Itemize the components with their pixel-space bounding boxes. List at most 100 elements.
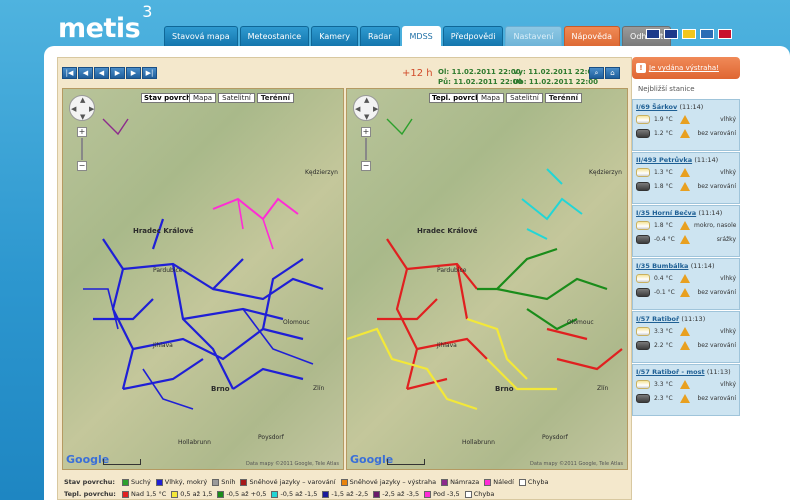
legend-swatch (424, 490, 432, 498)
station-time: (11:13) (681, 315, 706, 323)
road-surface-icon (636, 393, 650, 403)
air-temperature: 0.4 °C (654, 274, 673, 282)
zoom-out-button[interactable]: − (361, 161, 371, 171)
legend-label: Sněhové jazyky – výstraha (349, 478, 437, 486)
warning-triangle-icon (680, 128, 690, 138)
first-frame-button[interactable]: |◀ (62, 67, 77, 79)
legend-swatch (322, 490, 330, 498)
legend-tepl-heading: Tepl. povrchu: (64, 490, 116, 498)
legend-item: Chyba (518, 478, 549, 486)
map-pan-control[interactable]: ▲ ▼ ◀ ▶ (353, 95, 379, 121)
map-type-satellite[interactable]: Satelitní (506, 93, 543, 103)
legend-swatch (212, 478, 220, 486)
map-pan-control[interactable]: ▲ ▼ ◀ ▶ (69, 95, 95, 121)
air-state: vlhký (720, 274, 736, 282)
city-label: Jihlava (437, 342, 457, 349)
map-type-terrain[interactable]: Terénní (544, 93, 583, 103)
station-link[interactable]: I/35 Bumbálka (636, 262, 688, 270)
station-card[interactable]: II/493 Petrůvka (11:14) 1.3 °C vlhký 1.8 °C… (632, 152, 740, 204)
map-type-map[interactable]: Mapa (477, 93, 505, 103)
map-type-map[interactable]: Mapa (189, 93, 217, 103)
warning-triangle-icon (680, 181, 690, 191)
legend-item: Sněhové jazyky – výstraha (340, 478, 437, 486)
metis-logo[interactable]: metis3 (58, 2, 152, 44)
air-temperature: 1.8 °C (654, 221, 673, 229)
warning-button[interactable]: ! Je vydána výstraha! (632, 57, 740, 79)
legend-item: Nad 1,5 °C (122, 490, 166, 498)
warning-text: Je vydána výstraha! (649, 64, 719, 72)
tab-meteostanice[interactable]: Meteostanice (239, 26, 310, 46)
road-state: bez varování (697, 182, 737, 190)
station-link[interactable]: II/493 Petrůvka (636, 156, 692, 164)
city-label: Zlín (597, 385, 609, 392)
map-type-satellite[interactable]: Satelitní (218, 93, 255, 103)
station-card[interactable]: I/69 Šárkov (11:14) 1.9 °C vlhký 1.2 °C bez … (632, 99, 740, 151)
search-icon[interactable]: ⌕ (589, 67, 604, 79)
prev-frame-button[interactable]: ◀ (94, 67, 109, 79)
play-button[interactable]: ▶ (110, 67, 125, 79)
station-card[interactable]: I/57 Ratiboř (11:13) 3.3 °C vlhký 2.2 °C bez… (632, 311, 740, 363)
legend-item: -0,5 až -1,5 (271, 490, 317, 498)
legend-label: Nad 1,5 °C (131, 490, 167, 498)
zoom-in-button[interactable]: + (361, 127, 371, 137)
nearest-stations-title: Nejbližší stanice (638, 85, 695, 93)
legend-item: -1,5 až -2,5 (322, 490, 368, 498)
tab-mdss[interactable]: MDSS (401, 26, 441, 47)
cloud-weather-icon (636, 273, 650, 283)
map-surface-temperature[interactable]: ▲ ▼ ◀ ▶ + − Tepl. povrchu Mapa Satelitní Ter… (346, 88, 628, 470)
warning-triangle-icon (680, 326, 690, 336)
map-copyright: Data mapy ©2011 Google, Tele Atlas (530, 461, 623, 467)
uk-flag-icon-2[interactable] (664, 29, 678, 39)
mdss-viewer: |◀ ◀ ◀ ▶ ▶ ▶| +12 h Ol: 11.02.2011 22:00 Pů: … (57, 57, 632, 500)
station-air-row: 1.9 °C vlhký (636, 113, 736, 125)
air-temperature: 3.3 °C (654, 380, 673, 388)
legend-label: Sněhové jazyky – varování (249, 478, 336, 486)
city-label: Pardubice (437, 267, 467, 274)
station-link[interactable]: I/57 Ratiboř - most (636, 368, 705, 376)
map-surface-state[interactable]: ▲ ▼ ◀ ▶ + − Stav povrchu Mapa Satelitní Teré… (62, 88, 344, 470)
last-frame-button[interactable]: ▶| (142, 67, 157, 79)
legend-surface-temperature: Tepl. povrchu: Nad 1,5 °C 0,5 až 1,5 -0,5 … (58, 488, 633, 500)
road-surface-icon (636, 128, 650, 138)
warning-triangle-icon (680, 234, 690, 244)
tab-stavová-mapa[interactable]: Stavová mapa (164, 26, 238, 46)
station-air-row: 1.3 °C vlhký (636, 166, 736, 178)
air-temperature: 1.3 °C (654, 168, 673, 176)
station-air-row: 1.8 °C mokro, nasoleno (636, 219, 736, 231)
serbia-flag-icon[interactable] (718, 29, 732, 39)
legend-item: Námraza (441, 478, 479, 486)
station-link[interactable]: I/35 Horní Bečva (636, 209, 696, 217)
station-card[interactable]: I/35 Bumbálka (11:14) 0.4 °C vlhký -0.1 °C b… (632, 258, 740, 310)
tab-nápověda[interactable]: Nápověda (563, 26, 621, 46)
home-icon[interactable]: ⌂ (605, 67, 620, 79)
tab-radar[interactable]: Radar (359, 26, 400, 46)
tab-kamery[interactable]: Kamery (311, 26, 358, 46)
legend-label: 0,5 až 1,5 (180, 490, 213, 498)
station-card[interactable]: I/35 Horní Bečva (11:14) 1.8 °C mokro, nas… (632, 205, 740, 257)
warning-triangle-icon (680, 114, 690, 124)
zoom-in-button[interactable]: + (77, 127, 87, 137)
road-temperature: 1.8 °C (654, 182, 673, 190)
tab-předpovědi[interactable]: Předpovědi (442, 26, 504, 46)
legend-swatch (240, 478, 248, 486)
air-state: vlhký (720, 380, 736, 388)
warning-icon: ! (636, 63, 646, 73)
step-back-button[interactable]: ◀ (78, 67, 93, 79)
map-type-switch: Mapa Satelitní Terénní (189, 93, 295, 103)
station-link[interactable]: I/69 Šárkov (636, 103, 677, 111)
romania-flag-icon[interactable] (682, 29, 696, 39)
sweden-flag-icon[interactable] (700, 29, 714, 39)
air-temperature: 3.3 °C (654, 327, 673, 335)
time-ub: Ub: 11.02.2011 22:00 (513, 78, 598, 86)
tab-nastavení[interactable]: Nastavení (505, 26, 562, 46)
zoom-out-button[interactable]: − (77, 161, 87, 171)
map-type-terrain[interactable]: Terénní (256, 93, 295, 103)
next-frame-button[interactable]: ▶ (126, 67, 141, 79)
station-link[interactable]: I/57 Ratiboř (636, 315, 679, 323)
station-card[interactable]: I/57 Ratiboř - most (11:13) 3.3 °C vlhký 2.… (632, 364, 740, 416)
station-sidebar: ! Je vydána výstraha! Nejbližší stanice I… (632, 57, 740, 500)
uk-flag-icon[interactable] (646, 29, 660, 39)
road-state: srážky (716, 235, 736, 243)
air-state: vlhký (720, 168, 736, 176)
warning-triangle-icon (680, 393, 690, 403)
